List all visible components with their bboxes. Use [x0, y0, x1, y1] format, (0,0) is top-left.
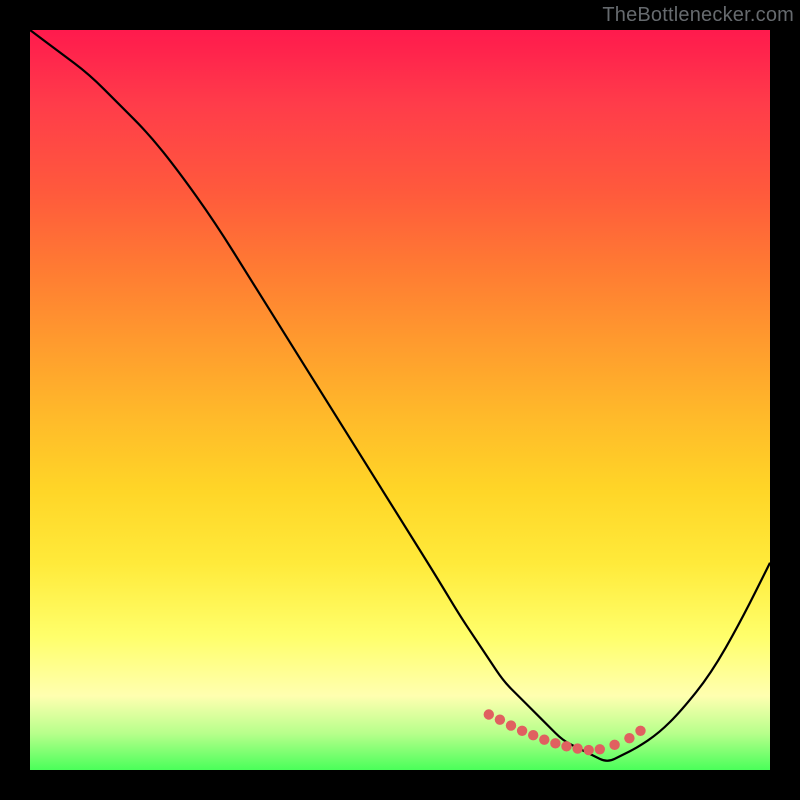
- marker-dot: [495, 714, 505, 724]
- chart-svg: [30, 30, 770, 770]
- marker-dot: [550, 738, 560, 748]
- bottleneck-curve: [30, 30, 770, 761]
- watermark-text: TheBottlenecker.com: [602, 4, 794, 27]
- marker-dot: [539, 734, 549, 744]
- optimal-zone-markers: [484, 709, 646, 755]
- plot-area: [30, 30, 770, 770]
- marker-dot: [561, 741, 571, 751]
- marker-dot: [635, 726, 645, 736]
- marker-dot: [595, 744, 605, 754]
- marker-dot: [624, 733, 634, 743]
- marker-dot: [484, 709, 494, 719]
- marker-dot: [584, 745, 594, 755]
- marker-dot: [517, 726, 527, 736]
- marker-dot: [506, 720, 516, 730]
- chart-container: TheBottlenecker.com: [0, 0, 800, 800]
- marker-dot: [609, 740, 619, 750]
- marker-dot: [572, 743, 582, 753]
- marker-dot: [528, 730, 538, 740]
